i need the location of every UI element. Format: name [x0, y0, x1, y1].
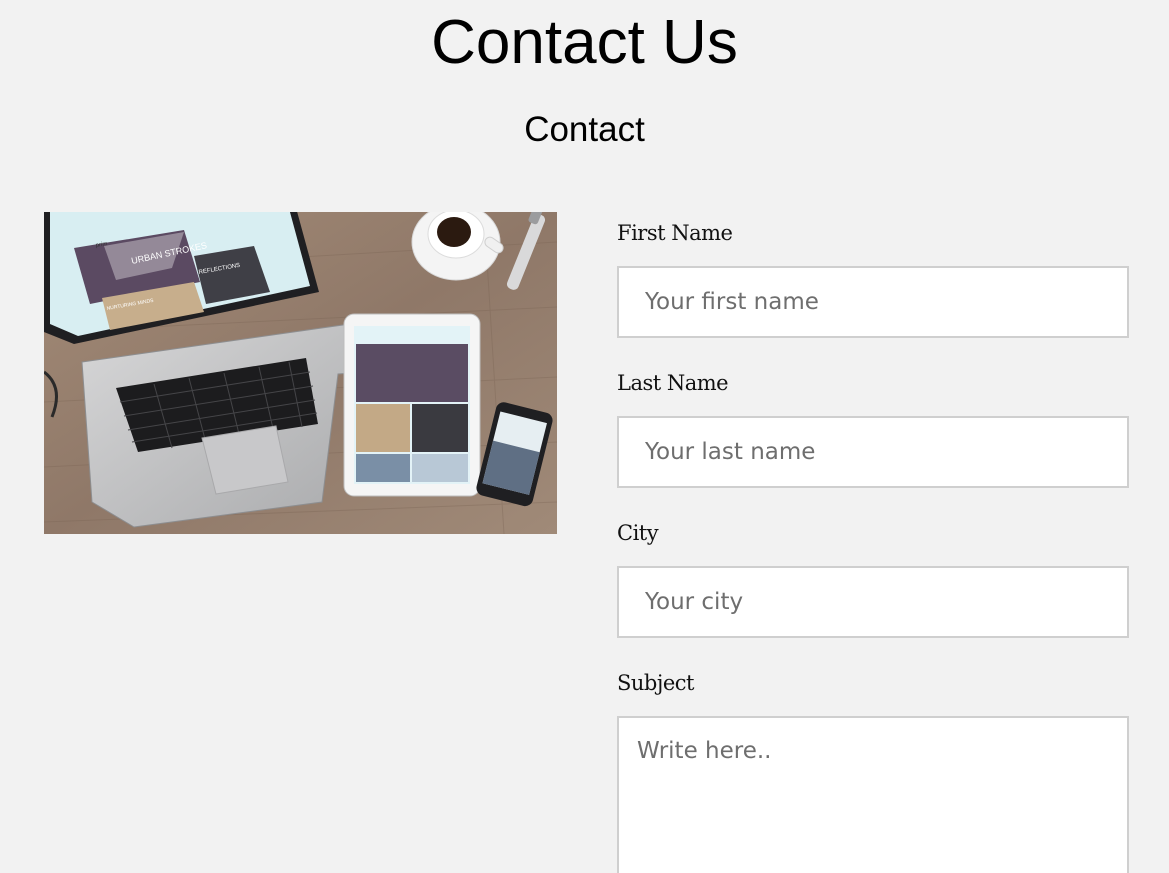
section-title: Contact	[524, 110, 645, 149]
devices-photo-illustration: prim URBAN STROKES REFLECTIONS NURTURING…	[44, 212, 557, 534]
page-title: Contact Us	[431, 8, 738, 77]
city-input[interactable]	[617, 566, 1129, 638]
first-name-label: First Name	[617, 221, 733, 245]
subject-textarea[interactable]	[617, 716, 1129, 873]
devices-photo: prim URBAN STROKES REFLECTIONS NURTURING…	[44, 212, 557, 534]
contact-page: Contact Us Contact prim URBAN STROKES RE…	[0, 0, 1169, 873]
city-label: City	[617, 521, 659, 545]
tablet	[343, 313, 481, 497]
last-name-label: Last Name	[617, 371, 729, 395]
last-name-input[interactable]	[617, 416, 1129, 488]
subject-label: Subject	[617, 671, 695, 695]
first-name-input[interactable]	[617, 266, 1129, 338]
